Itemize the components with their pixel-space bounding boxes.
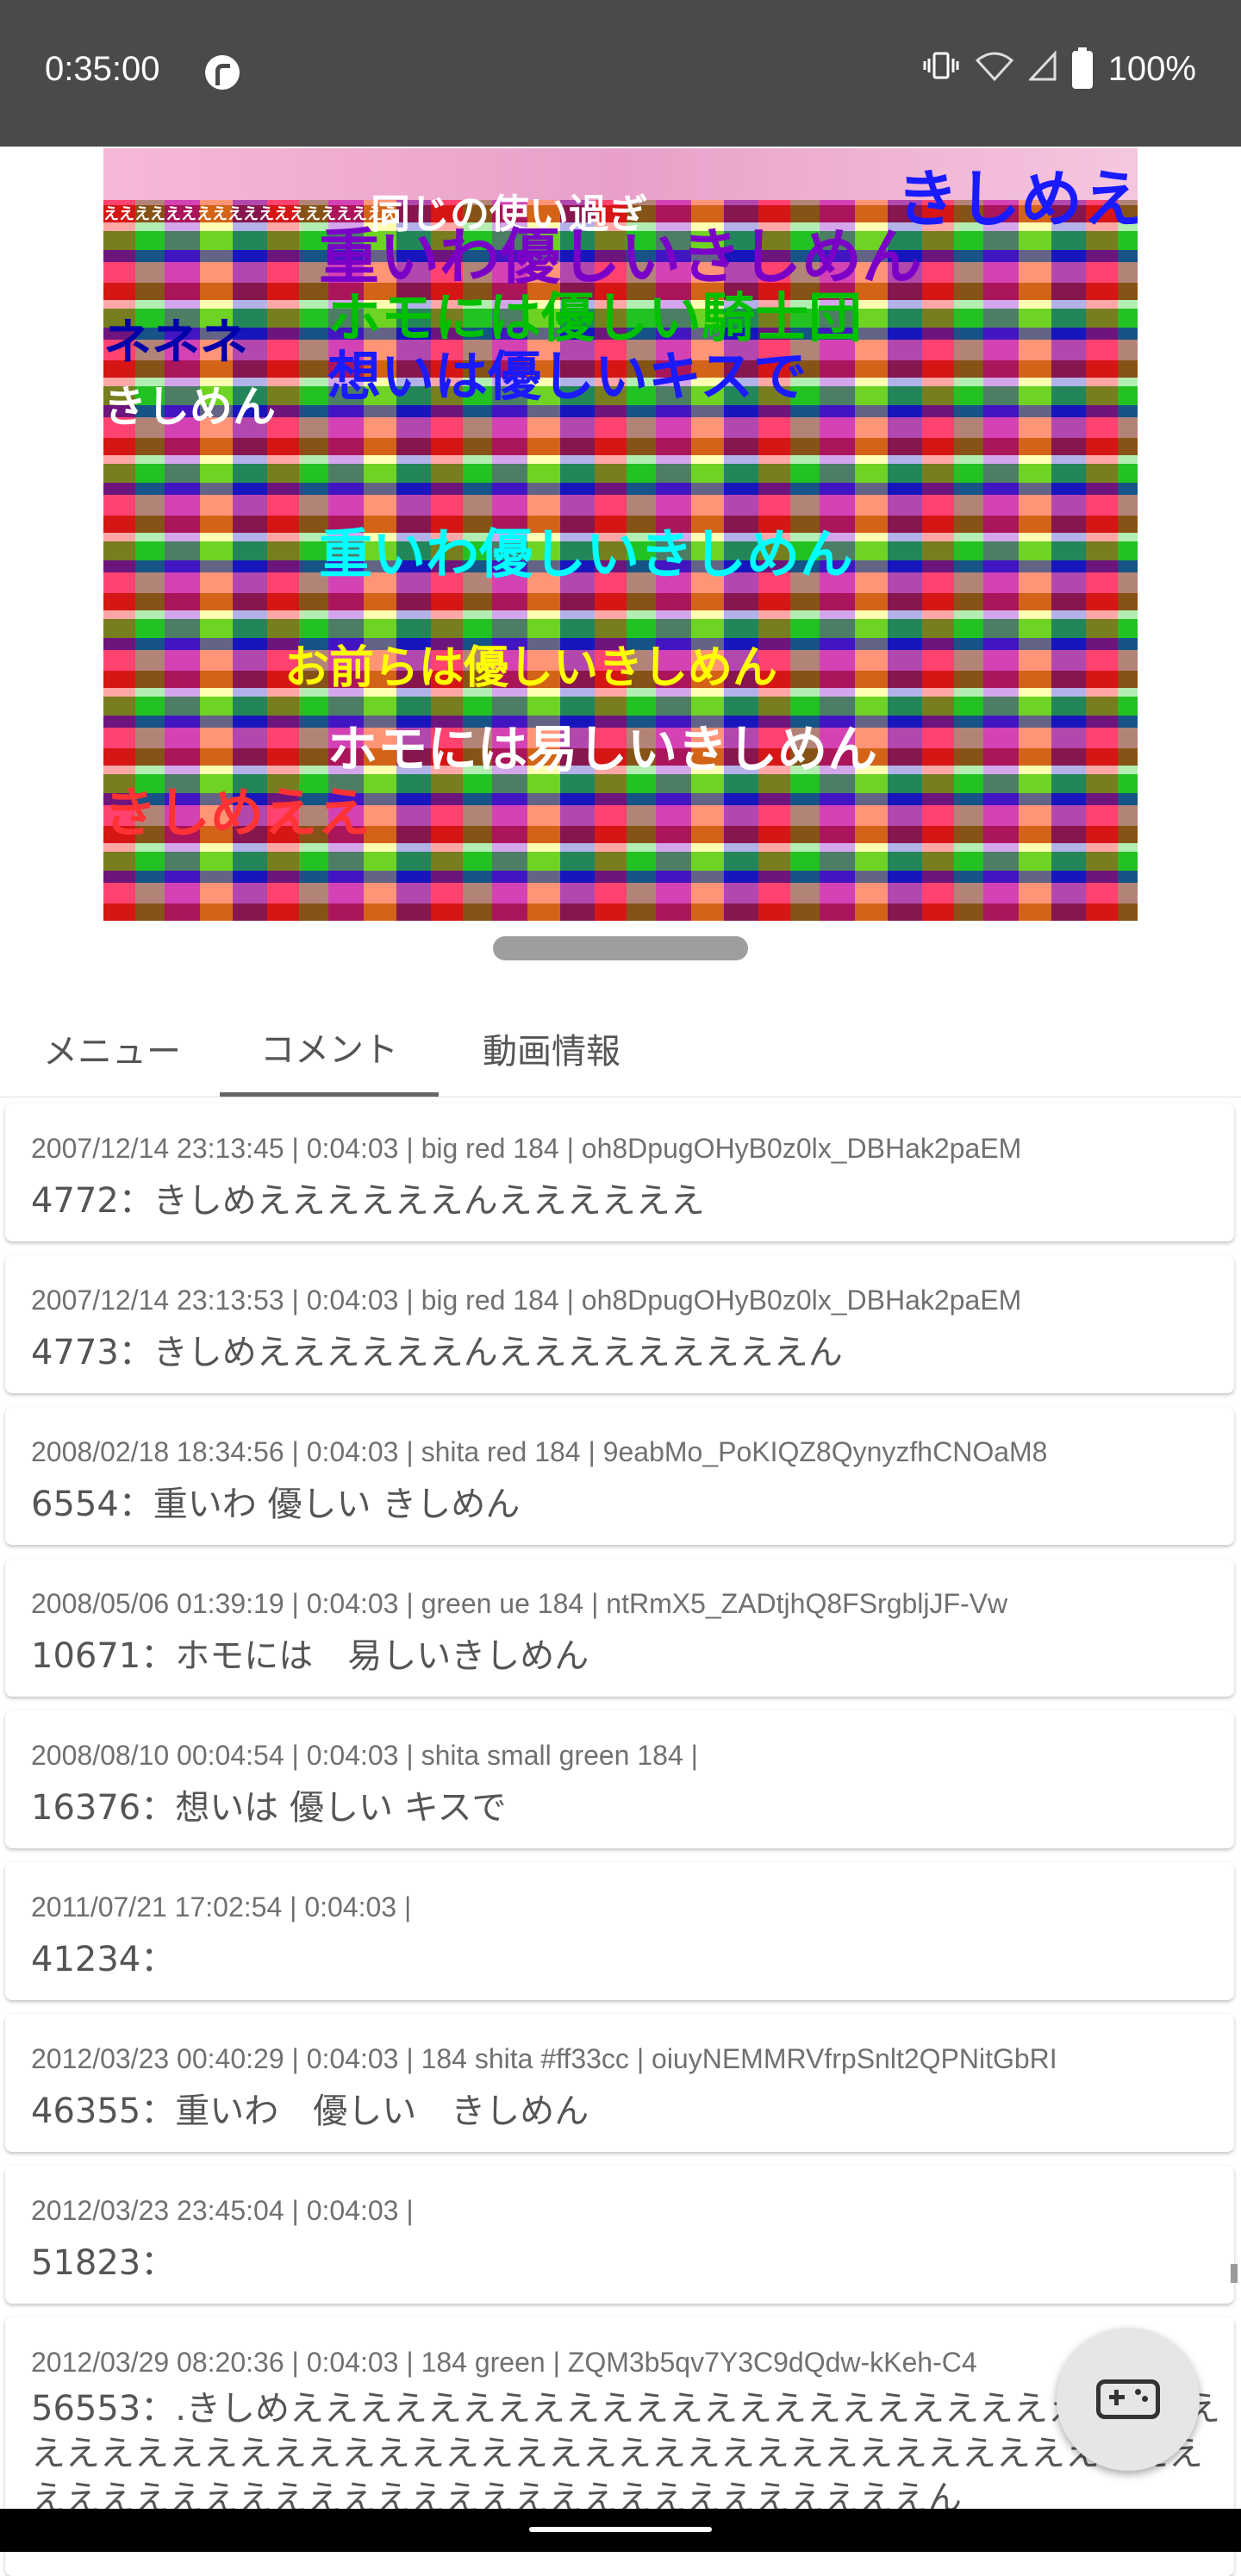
video-player[interactable]: きしめえ 同じの使い過ぎ えええええええええええええええええええ 重いわ優しいき… (103, 148, 1138, 921)
overlay-comment: お前らは優しいきしめん (284, 642, 778, 694)
signal-icon (1027, 50, 1057, 89)
wifi-icon (975, 50, 1013, 89)
comment-card[interactable]: 2008/08/10 00:04:54 | 0:04:03 | shita sm… (5, 1710, 1234, 1848)
comment-body: 4772：きしめええええええんええええええ (31, 1181, 705, 1221)
comment-card[interactable]: 2008/02/18 18:34:56 | 0:04:03 | shita re… (5, 1407, 1234, 1545)
status-icons: 100% (922, 47, 1196, 89)
comment-meta: 2007/12/14 23:13:53 | 0:04:03 | big red … (31, 1285, 1022, 1316)
comment-meta: 2012/03/23 00:40:29 | 0:04:03 | 184 shit… (31, 2043, 1057, 2074)
comment-body: 56553：.きしめええええええええええええええええええええええええええええええ… (31, 2389, 1220, 2518)
comment-card[interactable]: 2007/12/14 23:13:45 | 0:04:03 | big red … (5, 1104, 1234, 1241)
battery-icon (1071, 47, 1093, 89)
comment-body: 46355：重いわ 優しい きしめん (31, 2091, 589, 2131)
comment-meta: 2008/08/10 00:04:54 | 0:04:03 | shita sm… (31, 1740, 698, 1771)
overlay-comment: きしめえ (896, 163, 1138, 235)
comment-card[interactable]: 2011/07/21 17:02:54 | 0:04:03 | 41234： (5, 1862, 1234, 2000)
comment-meta: 2012/03/29 08:20:36 | 0:04:03 | 184 gree… (31, 2347, 977, 2378)
comment-meta: 2012/03/23 23:45:04 | 0:04:03 | (31, 2195, 414, 2226)
gamepad-icon (1096, 2379, 1160, 2419)
tab-comments[interactable]: コメント (220, 1000, 439, 1097)
comment-card[interactable]: 2008/05/06 01:39:19 | 0:04:03 | green ue… (5, 1559, 1234, 1697)
comment-body: 10671：ホモには 易しいきしめん (31, 1636, 589, 1676)
comment-meta: 2007/12/14 23:13:45 | 0:04:03 | big red … (31, 1133, 1022, 1164)
comment-body: 6554：重いわ 優しい きしめん (31, 1485, 521, 1524)
gamepad-button[interactable] (1057, 2328, 1200, 2471)
overlay-comment: きしめん (103, 382, 276, 432)
comment-meta: 2008/05/06 01:39:19 | 0:04:03 | green ue… (31, 1588, 1008, 1619)
comment-body: 4773：きしめええええええんえええええええええん (31, 1333, 843, 1372)
overlay-comment: 想いは優しいキスで (327, 345, 808, 408)
comment-body: 41234： (31, 1940, 176, 1979)
player-drag-handle[interactable] (493, 936, 748, 960)
comment-meta: 2011/07/21 17:02:54 | 0:04:03 | (31, 1891, 412, 1923)
battery-percent: 100% (1107, 50, 1196, 88)
status-time: 0:35:00 (45, 50, 160, 88)
comment-body: 51823： (31, 2243, 176, 2283)
scrollbar-thumb[interactable] (1231, 2264, 1238, 2283)
comment-card[interactable]: 2007/12/14 23:13:53 | 0:04:03 | big red … (5, 1255, 1234, 1393)
tab-bar: メニュー コメント 動画情報 (0, 1000, 1241, 1097)
comment-body: 16376：想いは 優しい キスで (31, 1788, 507, 1828)
comment-card[interactable]: 2012/03/23 23:45:04 | 0:04:03 | 51823： (5, 2166, 1234, 2304)
overlay-comment: ホモには易しいきしめん (327, 720, 878, 778)
overlay-comment: ネネネ (103, 315, 248, 371)
tab-video-info[interactable]: 動画情報 (457, 1000, 646, 1097)
home-gesture-handle[interactable] (529, 2527, 712, 2532)
overlay-comment: 重いわ優しいきしめん (319, 522, 854, 585)
app-notification-icon (205, 55, 240, 90)
tab-menu[interactable]: メニュー (17, 1000, 207, 1097)
comment-meta: 2008/02/18 18:34:56 | 0:04:03 | shita re… (31, 1436, 1048, 1467)
status-bar: 0:35:00 100% (0, 0, 1241, 147)
vibrate-icon (922, 50, 960, 89)
comment-card[interactable]: 2012/03/23 00:40:29 | 0:04:03 | 184 shit… (5, 2014, 1234, 2152)
